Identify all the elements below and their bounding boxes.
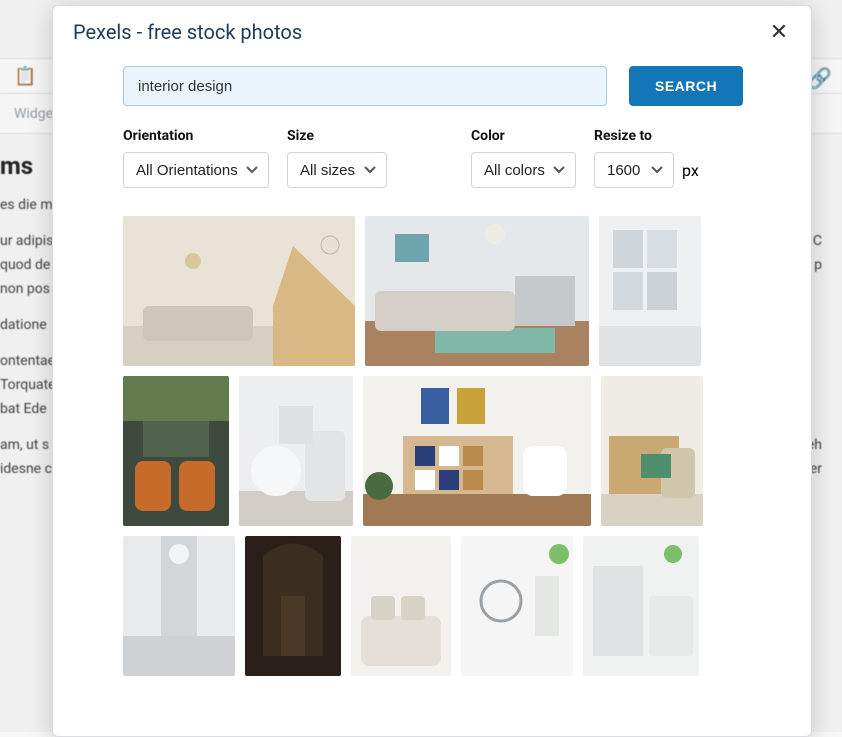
search-button[interactable]: SEARCH [629, 66, 743, 106]
modal-body: SEARCH Orientation All Orientations Size… [53, 54, 811, 736]
image-thumb[interactable] [123, 216, 355, 366]
size-label: Size [287, 128, 387, 144]
pexels-modal: Pexels - free stock photos ✕ SEARCH Orie… [52, 5, 812, 737]
modal-header: Pexels - free stock photos ✕ [53, 6, 811, 54]
filter-color: Color All colors [471, 128, 576, 188]
resize-select[interactable]: 1600 [594, 152, 674, 188]
resize-suffix: px [682, 161, 699, 180]
image-thumb[interactable] [363, 376, 591, 526]
search-row: SEARCH [123, 66, 793, 106]
filter-size: Size All sizes [287, 128, 387, 188]
search-input[interactable] [123, 66, 607, 106]
filter-resize: Resize to 1600 px [594, 128, 699, 188]
filter-orientation: Orientation All Orientations [123, 128, 269, 188]
filters-row: Orientation All Orientations Size All si… [123, 128, 793, 188]
image-thumb[interactable] [599, 216, 701, 366]
close-icon[interactable]: ✕ [767, 20, 791, 44]
image-thumb[interactable] [245, 536, 341, 676]
size-select[interactable]: All sizes [287, 152, 387, 188]
image-thumb[interactable] [583, 536, 699, 676]
image-thumb[interactable] [365, 216, 589, 366]
color-select[interactable]: All colors [471, 152, 576, 188]
color-label: Color [471, 128, 576, 144]
results-grid [123, 216, 773, 676]
image-thumb[interactable] [351, 536, 451, 676]
image-thumb[interactable] [123, 536, 235, 676]
image-thumb[interactable] [601, 376, 703, 526]
modal-title: Pexels - free stock photos [73, 20, 302, 44]
spacer [405, 128, 453, 188]
image-thumb[interactable] [461, 536, 573, 676]
image-thumb[interactable] [123, 376, 229, 526]
orientation-label: Orientation [123, 128, 269, 144]
orientation-select[interactable]: All Orientations [123, 152, 269, 188]
image-thumb[interactable] [239, 376, 353, 526]
resize-label: Resize to [594, 128, 699, 144]
